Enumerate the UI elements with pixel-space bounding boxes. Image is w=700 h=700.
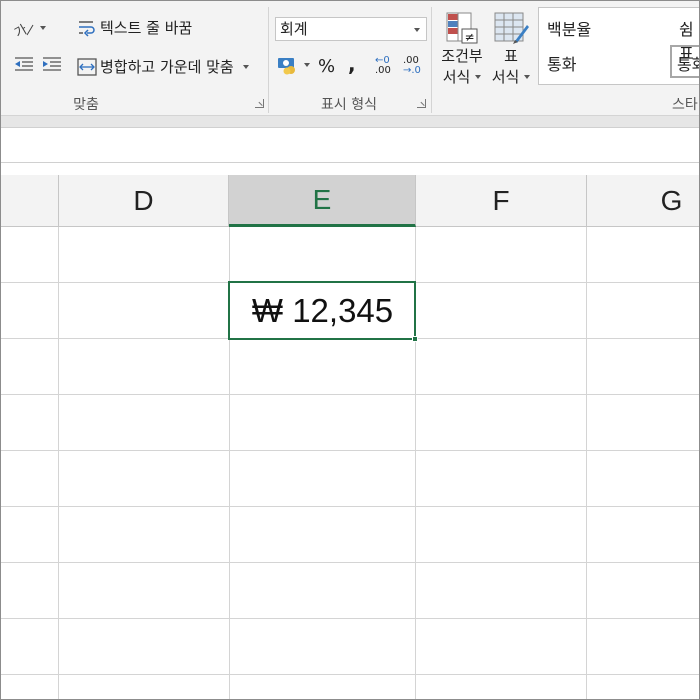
orientation-button[interactable]: 가 bbox=[12, 19, 46, 41]
increase-decimal-button[interactable]: ←0 .00 bbox=[375, 56, 391, 76]
column-header-e[interactable]: E bbox=[229, 175, 416, 227]
conditional-format-button[interactable]: ≠ 조건부 서식 bbox=[437, 11, 487, 87]
decrease-decimal-icon-bottom: →.0 bbox=[403, 65, 421, 76]
format-table-label-1: 표 bbox=[504, 47, 518, 65]
percent-style-button[interactable]: % bbox=[318, 56, 335, 77]
column-header-g[interactable]: G bbox=[587, 175, 699, 226]
gridline bbox=[58, 227, 59, 699]
increase-indent-icon bbox=[41, 56, 63, 74]
chevron-down-icon bbox=[40, 26, 46, 30]
chevron-down-icon bbox=[414, 28, 420, 32]
merge-center-label: 병합하고 가운데 맞춤 bbox=[100, 58, 234, 76]
alignment-group-label: 맞춤 bbox=[73, 97, 99, 113]
wrap-text-button[interactable]: 텍스트 줄 바꿈 bbox=[77, 17, 192, 38]
format-table-label-2: 서식 bbox=[491, 68, 520, 86]
ribbon-bottom-edge bbox=[1, 116, 699, 128]
chevron-down-icon bbox=[475, 74, 482, 79]
decrease-decimal-button[interactable]: .00 →.0 bbox=[403, 56, 421, 76]
format-table-label-row: 서식 bbox=[492, 66, 531, 87]
wrap-text-label: 텍스트 줄 바꿈 bbox=[100, 19, 193, 37]
worksheet-grid[interactable]: ₩ 12,345 bbox=[1, 227, 699, 699]
svg-text:≠: ≠ bbox=[465, 30, 475, 44]
accounting-format-button[interactable] bbox=[277, 55, 310, 75]
gridline bbox=[1, 450, 699, 451]
gridline bbox=[586, 227, 587, 699]
comma-icon: , bbox=[348, 52, 356, 76]
gridline bbox=[1, 394, 699, 395]
active-cell-border bbox=[228, 281, 416, 340]
number-dialog-launcher-icon[interactable] bbox=[417, 99, 426, 108]
gridline bbox=[1, 618, 699, 619]
fill-handle[interactable] bbox=[412, 336, 418, 342]
format-as-table-button[interactable]: 표 서식 bbox=[489, 11, 533, 87]
style-currency-selected[interactable]: 통화 bbox=[670, 45, 699, 78]
conditional-format-label-2: 서식 bbox=[442, 68, 471, 86]
chevron-down-icon bbox=[524, 74, 531, 79]
alignment-dialog-launcher-icon[interactable] bbox=[255, 99, 264, 108]
percent-icon: % bbox=[318, 56, 336, 77]
column-header-d[interactable]: D bbox=[59, 175, 229, 226]
increase-decimal-icon-bottom: .00 bbox=[375, 65, 391, 76]
excel-window: 가 텍스트 줄 바꿈 병합하고 가운데 맞춤 맞춤 회계 % , ←0 .00 … bbox=[0, 0, 700, 700]
column-header-c[interactable] bbox=[1, 175, 59, 226]
style-currency[interactable]: 통화 bbox=[547, 51, 576, 75]
comma-style-button[interactable]: , bbox=[348, 52, 356, 76]
wrap-text-icon bbox=[77, 18, 97, 38]
merge-center-icon bbox=[77, 57, 97, 76]
number-format-value: 회계 bbox=[280, 20, 308, 38]
styles-group-label: 스타 bbox=[672, 97, 698, 113]
decrease-indent-button[interactable] bbox=[13, 56, 35, 74]
number-format-select[interactable]: 회계 bbox=[275, 17, 427, 41]
number-group-label: 표시 형식 bbox=[321, 97, 377, 113]
gridline bbox=[1, 562, 699, 563]
style-currency-selected-label: 통화 bbox=[677, 55, 699, 74]
text-orientation-icon: 가 bbox=[12, 19, 35, 41]
formula-bar[interactable] bbox=[1, 129, 699, 163]
column-header-f[interactable]: F bbox=[416, 175, 587, 226]
conditional-format-label-row: 서식 bbox=[443, 66, 482, 87]
increase-indent-button[interactable] bbox=[41, 56, 63, 74]
column-header-row: D E F G bbox=[1, 175, 699, 227]
chevron-down-icon bbox=[242, 64, 249, 69]
style-percent[interactable]: 백분율 bbox=[547, 16, 591, 40]
format-table-icon bbox=[493, 11, 529, 45]
ribbon: 가 텍스트 줄 바꿈 병합하고 가운데 맞춤 맞춤 회계 % , ←0 .00 … bbox=[1, 1, 699, 116]
conditional-formatting-icon: ≠ bbox=[445, 11, 479, 45]
group-divider bbox=[431, 7, 432, 113]
decrease-indent-icon bbox=[13, 56, 35, 74]
chevron-down-icon bbox=[304, 63, 310, 67]
conditional-format-label-1: 조건부 bbox=[441, 47, 483, 65]
gridline bbox=[1, 674, 699, 675]
currency-icon bbox=[277, 55, 299, 75]
gridline bbox=[1, 506, 699, 507]
merge-center-button[interactable]: 병합하고 가운데 맞춤 bbox=[77, 56, 249, 77]
cell-styles-gallery[interactable]: 백분율 쉼표 통화 통화 bbox=[538, 7, 699, 85]
